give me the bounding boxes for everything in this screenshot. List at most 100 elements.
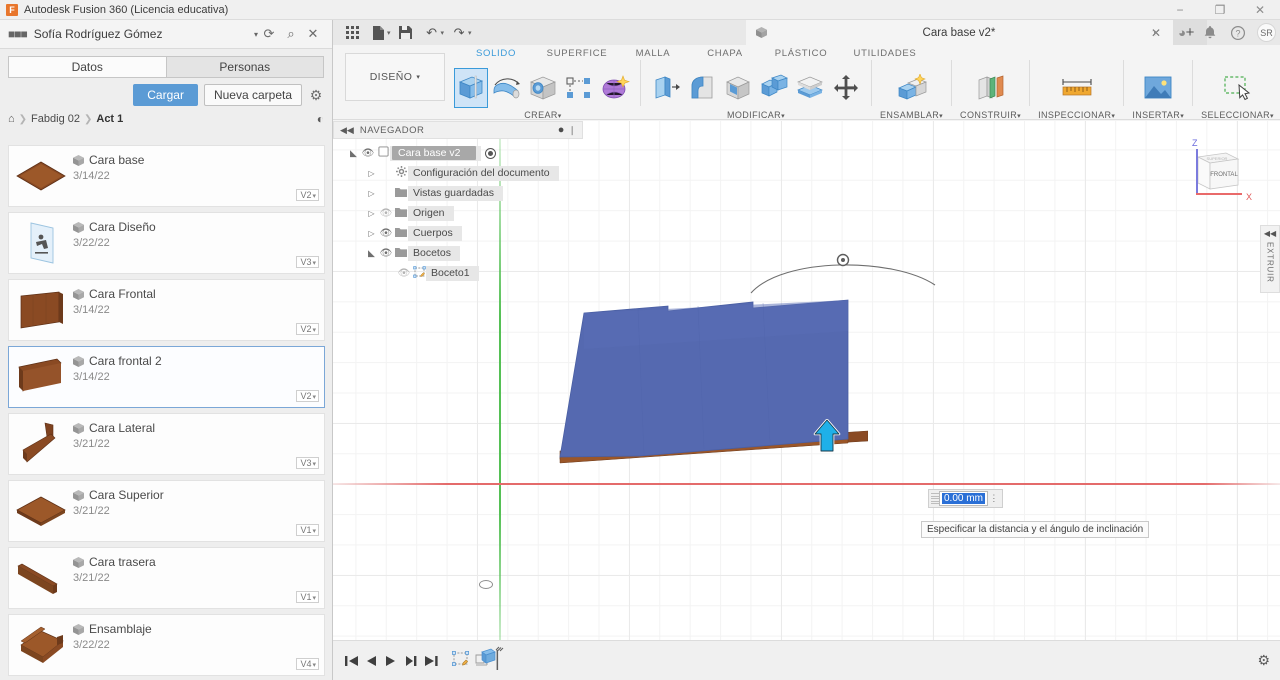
tree-node[interactable]: ▷ 👁 Origen	[333, 203, 583, 223]
upload-button[interactable]: Cargar	[133, 84, 198, 106]
file-card[interactable]: Cara frontal 2 3/14/22 V2▾	[8, 346, 325, 408]
fillet-icon[interactable]	[685, 68, 719, 108]
browser-tree[interactable]: ◣ 👁 Cara base v2 ▷ Configuración del documen…	[333, 139, 583, 283]
ribbon-tab-plstico[interactable]: PLÁSTICO	[761, 48, 841, 59]
new-folder-button[interactable]: Nueva carpeta	[203, 84, 302, 106]
form-icon[interactable]	[598, 68, 632, 108]
browser-grip-icon[interactable]: ❙	[568, 125, 576, 136]
minimize-button[interactable]: −	[1160, 0, 1200, 20]
globe-icon[interactable]: ◐	[317, 112, 324, 126]
expand-arrow-closed-icon[interactable]: ▷	[365, 229, 378, 238]
hole-icon[interactable]	[526, 68, 560, 108]
collapse-icon[interactable]: ◀◀	[340, 125, 354, 136]
refresh-icon[interactable]: ⟳	[258, 26, 280, 42]
notifications-icon[interactable]	[1196, 20, 1224, 45]
browser-options-icon[interactable]: ●	[558, 124, 565, 136]
timeline-settings-icon[interactable]: ⚙	[1257, 652, 1270, 669]
go-to-end-icon[interactable]	[421, 647, 441, 675]
arrow-up-handle[interactable]	[813, 419, 841, 453]
file-menu-caret-icon[interactable]: ▾	[387, 29, 391, 37]
expand-arrow-open-icon[interactable]: ◣	[365, 248, 378, 259]
save-icon[interactable]	[393, 20, 419, 45]
move-copy-icon[interactable]	[829, 68, 863, 108]
maximize-button[interactable]: ❐	[1200, 0, 1240, 20]
close-button[interactable]: ✕	[1240, 0, 1280, 20]
measure-icon[interactable]	[1060, 68, 1094, 108]
ribbon-group-label[interactable]: CONSTRUIR▾	[960, 110, 1021, 120]
timeline-bar[interactable]: ⚙	[333, 640, 1280, 680]
go-to-beginning-icon[interactable]	[341, 647, 361, 675]
visibility-eye-icon[interactable]: 👁	[396, 268, 412, 279]
tree-node[interactable]: ▷ Vistas guardadas	[333, 183, 583, 203]
expand-arrow-closed-icon[interactable]: ▷	[365, 189, 378, 198]
file-card[interactable]: Cara Superior 3/21/22 V1▾	[8, 480, 325, 542]
offset-face-icon[interactable]	[793, 68, 827, 108]
ribbon-group-label[interactable]: CREAR▾	[524, 110, 561, 120]
tree-node[interactable]: ◣ 👁 Bocetos	[333, 243, 583, 263]
extrude-panel-tab[interactable]: ◀◀ EXTRUIR	[1260, 225, 1280, 293]
tree-node[interactable]: ▷ Configuración del documento	[333, 163, 583, 183]
drag-grip-icon[interactable]	[931, 492, 939, 505]
file-card[interactable]: Cara Lateral 3/21/22 V3▾	[8, 413, 325, 475]
tab-datos[interactable]: Datos	[8, 56, 166, 78]
step-forward-icon[interactable]	[401, 647, 421, 675]
file-card[interactable]: Ensamblaje 3/22/22 V4▾	[8, 614, 325, 676]
version-badge[interactable]: V1▾	[296, 591, 319, 603]
visibility-eye-icon[interactable]: 👁	[378, 228, 394, 239]
play-icon[interactable]	[381, 647, 401, 675]
angle-handle-arc[interactable]	[743, 249, 943, 294]
avatar[interactable]: SR	[1257, 23, 1276, 42]
visibility-eye-icon[interactable]: 👁	[360, 148, 376, 159]
version-badge[interactable]: V1▾	[296, 524, 319, 536]
combine-icon[interactable]	[757, 68, 791, 108]
expand-arrow-closed-icon[interactable]: ▷	[365, 169, 378, 178]
file-card[interactable]: Cara base 3/14/22 V2▾	[8, 145, 325, 207]
assemble-icon[interactable]	[895, 68, 929, 108]
file-card[interactable]: Cara Frontal 3/14/22 V2▾	[8, 279, 325, 341]
tree-node[interactable]: ▷ 👁 Cuerpos	[333, 223, 583, 243]
visibility-eye-icon[interactable]: 👁	[378, 208, 394, 219]
press-pull-icon[interactable]	[649, 68, 683, 108]
ribbon-group-label[interactable]: MODIFICAR▾	[727, 110, 785, 120]
version-badge[interactable]: V4▾	[296, 658, 319, 670]
expand-arrow-closed-icon[interactable]: ▷	[365, 209, 378, 218]
version-badge[interactable]: V3▾	[296, 256, 319, 268]
ribbon-tab-superfice[interactable]: SUPERFICE	[537, 48, 617, 59]
ribbon-groups[interactable]: CREAR▾ MODIFICAR▾ ENSAMBLAR▾ CONSTRUIR▾ INSP…	[451, 60, 1277, 120]
user-name[interactable]: Sofía Rodríguez Gómez	[34, 27, 250, 41]
version-badge[interactable]: V3▾	[296, 457, 319, 469]
version-badge[interactable]: V2▾	[296, 323, 319, 335]
insert-image-icon[interactable]	[1141, 68, 1175, 108]
file-card[interactable]: Cara trasera 3/21/22 V1▾	[8, 547, 325, 609]
shell-icon[interactable]	[721, 68, 755, 108]
construct-icon[interactable]	[974, 68, 1008, 108]
ribbon-group-label[interactable]: INSPECCIONAR▾	[1038, 110, 1115, 120]
version-badge[interactable]: V2▾	[296, 390, 319, 402]
ribbon-group-label[interactable]: INSERTAR▾	[1132, 110, 1184, 120]
redo-caret-icon[interactable]: ▾	[468, 29, 472, 37]
distance-input[interactable]: 0.00 mm	[939, 491, 988, 506]
ribbon-tab-utilidades[interactable]: UTILIDADES	[841, 48, 929, 59]
undo-caret-icon[interactable]: ▾	[441, 29, 445, 37]
help-icon[interactable]: ?	[1224, 20, 1252, 45]
ribbon-tabs[interactable]: SOLIDO SUPERFICE MALLA CHAPA PLÁSTICO UTILIDA…	[455, 48, 929, 59]
breadcrumb-item-folder[interactable]: Act 1	[96, 113, 123, 125]
extrude-icon[interactable]	[454, 68, 488, 108]
ribbon-tab-malla[interactable]: MALLA	[617, 48, 689, 59]
search-icon[interactable]: ⌕	[280, 26, 302, 42]
ribbon-group-label[interactable]: ENSAMBLAR▾	[880, 110, 943, 120]
tab-personas[interactable]: Personas	[165, 56, 324, 78]
sketch-feature-icon[interactable]	[451, 649, 471, 672]
revolve-icon[interactable]	[490, 68, 524, 108]
home-icon[interactable]: ⌂	[8, 113, 15, 125]
ribbon-tab-chapa[interactable]: CHAPA	[689, 48, 761, 59]
grid-apps-icon[interactable]	[339, 20, 365, 45]
select-icon[interactable]	[1221, 68, 1255, 108]
dimension-input-box[interactable]: 0.00 mm ⋮	[928, 489, 1003, 508]
gear-icon[interactable]: ⚙	[308, 87, 324, 104]
file-card[interactable]: Cara Diseño 3/22/22 V3▾	[8, 212, 325, 274]
document-tab[interactable]: Cara base v2* ✕	[746, 20, 1173, 45]
active-component-radio[interactable]	[485, 147, 497, 159]
ribbon-group-label[interactable]: SELECCIONAR▾	[1201, 110, 1274, 120]
pattern-icon[interactable]	[562, 68, 596, 108]
